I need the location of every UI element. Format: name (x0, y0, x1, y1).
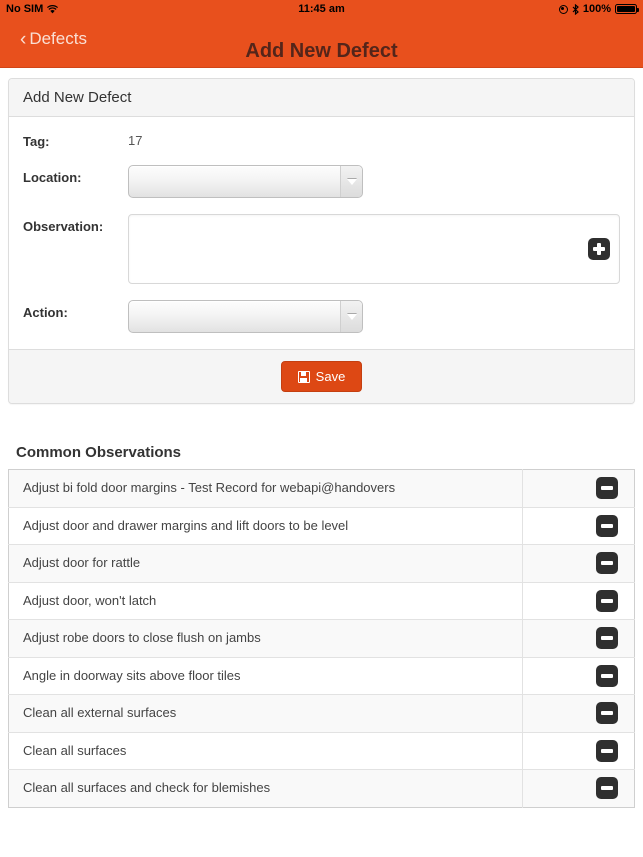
observation-text: Clean all external surfaces (23, 705, 177, 721)
minus-icon[interactable] (596, 552, 618, 575)
minus-glyph (601, 670, 613, 682)
panel-heading: Add New Defect (9, 79, 634, 117)
minus-icon[interactable] (596, 514, 618, 537)
common-observations-section: Common Observations Adjust bi fold door … (0, 444, 643, 808)
minus-icon[interactable] (596, 589, 618, 612)
minus-icon[interactable] (596, 777, 618, 800)
observation-text: Adjust robe doors to close flush on jamb… (23, 630, 261, 646)
observation-text: Clean all surfaces (23, 742, 127, 758)
table-row[interactable]: Adjust robe doors to close flush on jamb… (8, 619, 635, 657)
tag-value: 17 (128, 133, 143, 148)
table-row[interactable]: Angle in doorway sits above floor tiles (8, 656, 635, 695)
tag-field: 17 (128, 129, 620, 148)
table-row[interactable]: Adjust door for rattle (8, 544, 635, 582)
observation-action-cell (522, 769, 635, 807)
minus-glyph (601, 520, 613, 532)
observation-text: Adjust door and drawer margins and lift … (23, 517, 349, 533)
table-row[interactable]: Clean all surfaces and check for blemish… (8, 769, 635, 807)
observation-text-cell[interactable]: Adjust bi fold door margins - Test Recor… (8, 469, 523, 507)
minus-glyph (601, 745, 613, 757)
panel-body: Tag: 17 Location: Observation: Action: (9, 117, 634, 349)
tag-label: Tag: (23, 134, 50, 149)
observation-action-cell (522, 694, 635, 732)
minus-icon[interactable] (596, 477, 618, 500)
table-row[interactable]: Adjust door, won't latch (8, 581, 635, 620)
location-label: Location: (23, 170, 82, 185)
observation-action-cell (522, 619, 635, 657)
observation-text-cell[interactable]: Adjust door and drawer margins and lift … (8, 506, 523, 545)
observation-text-cell[interactable]: Clean all surfaces and check for blemish… (8, 769, 523, 807)
table-row[interactable]: Adjust door and drawer margins and lift … (8, 506, 635, 545)
table-row[interactable]: Clean all surfaces (8, 731, 635, 770)
observation-text: Clean all surfaces and check for blemish… (23, 780, 271, 796)
observation-text-cell[interactable]: Adjust robe doors to close flush on jamb… (8, 619, 523, 657)
minus-glyph (601, 557, 613, 569)
minus-icon[interactable] (596, 627, 618, 650)
rotation-lock-icon (558, 4, 568, 14)
minus-glyph (601, 595, 613, 607)
observation-field (128, 214, 620, 284)
form-row-location: Location: (23, 165, 620, 198)
minus-glyph (601, 632, 613, 644)
form-row-tag: Tag: 17 (23, 129, 620, 149)
status-bar-right: 100% (558, 3, 640, 15)
observation-text-cell[interactable]: Adjust door, won't latch (8, 581, 523, 620)
observation-text-cell[interactable]: Clean all external surfaces (8, 694, 523, 732)
chevron-down-icon[interactable] (340, 301, 362, 332)
carrier-label: No SIM (6, 3, 44, 15)
action-select[interactable] (128, 300, 363, 333)
observation-textarea[interactable] (128, 214, 620, 284)
observation-text-cell[interactable]: Angle in doorway sits above floor tiles (8, 656, 523, 695)
chevron-down-icon[interactable] (340, 166, 362, 197)
observation-label: Observation: (23, 219, 104, 234)
floppy-save-icon (297, 370, 310, 383)
save-button[interactable]: Save (280, 361, 363, 392)
minus-icon[interactable] (596, 702, 618, 725)
add-new-defect-panel: Add New Defect Tag: 17 Location: Observa… (8, 78, 635, 404)
common-observations-title: Common Observations (16, 444, 182, 461)
observation-text: Angle in doorway sits above floor tiles (23, 667, 241, 683)
observation-action-cell (522, 506, 635, 545)
observation-text: Adjust bi fold door margins - Test Recor… (23, 480, 396, 496)
observation-action-cell (522, 581, 635, 620)
plus-icon[interactable] (588, 238, 610, 260)
action-label: Action: (23, 305, 68, 320)
bluetooth-icon (572, 3, 579, 15)
minus-icon[interactable] (596, 739, 618, 762)
page-title: Add New Defect (245, 40, 398, 62)
table-row[interactable]: Clean all external surfaces (8, 694, 635, 732)
observation-text: Adjust door for rattle (23, 555, 141, 571)
observation-action-cell (522, 656, 635, 695)
form-row-observation: Observation: (23, 214, 620, 284)
wifi-icon (47, 4, 59, 14)
action-field (128, 300, 620, 333)
minus-glyph (601, 782, 613, 794)
observation-text-cell[interactable]: Adjust door for rattle (8, 544, 523, 582)
navigation-bar: ‹ Defects Add New Defect (0, 18, 643, 68)
observation-text-cell[interactable]: Clean all surfaces (8, 731, 523, 770)
battery-icon (615, 4, 640, 14)
save-button-label: Save (315, 369, 346, 384)
main-content: Add New Defect Tag: 17 Location: Observa… (0, 78, 643, 808)
battery-percent-label: 100% (582, 3, 611, 15)
minus-glyph (601, 482, 613, 494)
panel-footer: Save (9, 349, 634, 403)
observation-action-cell (522, 544, 635, 582)
minus-icon[interactable] (596, 664, 618, 687)
status-bar-clock: 11:45 am (298, 3, 345, 15)
observation-action-cell (522, 469, 635, 507)
minus-glyph (601, 707, 613, 719)
plus-glyph (593, 243, 605, 255)
table-row[interactable]: Adjust bi fold door margins - Test Recor… (8, 469, 635, 507)
status-bar-left: No SIM (6, 3, 59, 15)
observation-action-cell (522, 731, 635, 770)
status-bar: No SIM 11:45 am 100% (0, 0, 643, 18)
common-observations-table: Adjust bi fold door margins - Test Recor… (8, 469, 635, 808)
observation-text: Adjust door, won't latch (23, 592, 157, 608)
location-select[interactable] (128, 165, 363, 198)
location-field (128, 165, 620, 198)
form-row-action: Action: (23, 300, 620, 333)
